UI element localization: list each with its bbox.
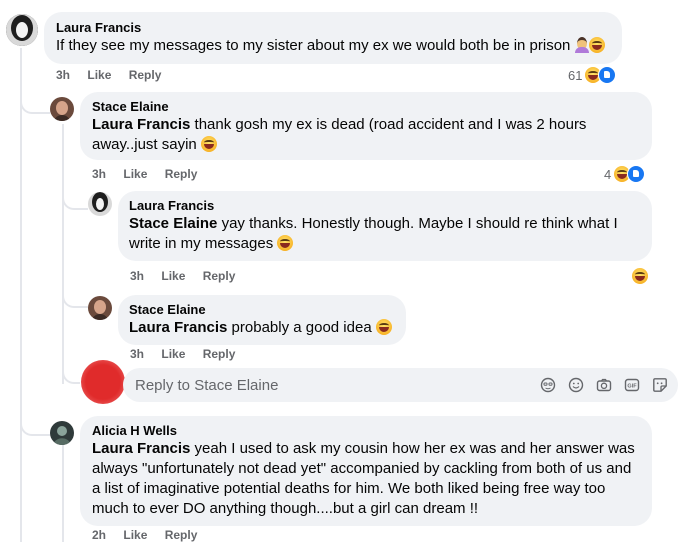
comment-bubble: Laura Francis Stace Elaine yay thanks. H… xyxy=(118,191,652,261)
gif-icon[interactable]: GIF xyxy=(624,377,640,393)
comment-actions: 3h Like Reply xyxy=(56,67,175,83)
reaction-summary[interactable]: 4 xyxy=(604,165,646,183)
comment-timestamp[interactable]: 3h xyxy=(130,269,144,283)
reply-button[interactable]: Reply xyxy=(129,68,162,82)
current-user-avatar[interactable] xyxy=(81,360,125,404)
laughing-emoji-icon xyxy=(200,136,217,152)
avatar[interactable] xyxy=(88,192,112,216)
svg-text:GIF: GIF xyxy=(627,384,637,390)
laughing-emoji-icon xyxy=(277,235,294,251)
profile-photo-icon xyxy=(88,296,112,320)
comment-timestamp[interactable]: 3h xyxy=(130,347,144,361)
reaction-summary[interactable] xyxy=(632,267,648,285)
reply-button[interactable]: Reply xyxy=(165,167,198,181)
facepalm-emoji-icon xyxy=(574,37,589,53)
comment-timestamp[interactable]: 2h xyxy=(92,528,106,542)
comment-actions: 2h Like Reply xyxy=(92,527,211,543)
comment-text: Laura Francis yeah I used to ask my cous… xyxy=(92,440,635,517)
thread-line-nested xyxy=(62,124,64,384)
laughing-emoji-icon xyxy=(375,319,392,335)
comment-author[interactable]: Laura Francis xyxy=(129,198,640,214)
mention-link[interactable]: Laura Francis xyxy=(129,319,227,336)
sticker-icon[interactable] xyxy=(652,377,668,393)
haha-icon xyxy=(632,268,648,284)
profile-photo-icon xyxy=(50,97,74,121)
comment-bubble: Stace Elaine Laura Francis thank gosh my… xyxy=(80,92,652,160)
reaction-count: 61 xyxy=(568,67,583,83)
comment-author[interactable]: Stace Elaine xyxy=(92,99,640,115)
comment-bubble: Alicia H Wells Laura Francis yeah I used… xyxy=(80,416,652,526)
thread-connector xyxy=(20,92,50,114)
comment-bubble: Laura Francis If they see my messages to… xyxy=(44,12,622,64)
camera-icon[interactable] xyxy=(596,377,612,393)
like-button[interactable]: Like xyxy=(123,528,147,542)
comment-text: Laura Francis probably a good idea xyxy=(129,319,392,336)
thread-connector xyxy=(62,192,88,210)
reaction-count: 4 xyxy=(604,166,612,182)
comment-actions: 3h Like Reply xyxy=(130,346,249,362)
avatar[interactable] xyxy=(50,421,74,445)
reply-button[interactable]: Reply xyxy=(203,347,236,361)
comment-bubble: Stace Elaine Laura Francis probably a go… xyxy=(118,295,406,345)
reaction-summary[interactable]: 61 xyxy=(568,66,617,84)
profile-photo-icon xyxy=(88,192,112,216)
thread-connector xyxy=(20,418,50,436)
comment-author[interactable]: Alicia H Wells xyxy=(92,423,640,439)
avatar-sticker-icon[interactable] xyxy=(540,377,556,393)
mention-link[interactable]: Stace Elaine xyxy=(129,215,217,232)
thread-line-main xyxy=(20,48,22,542)
thread-line-nested xyxy=(62,444,64,542)
mention-link[interactable]: Laura Francis xyxy=(92,116,190,133)
reply-input[interactable] xyxy=(133,375,517,395)
comment-author[interactable]: Laura Francis xyxy=(56,20,610,36)
like-icon xyxy=(598,66,617,84)
avatar[interactable] xyxy=(88,296,112,320)
reply-box: GIF xyxy=(123,368,678,402)
comment-actions: 3h Like Reply xyxy=(130,268,249,284)
avatar[interactable] xyxy=(50,97,74,121)
comment-timestamp[interactable]: 3h xyxy=(92,167,106,181)
profile-photo-icon xyxy=(6,14,38,46)
like-button[interactable]: Like xyxy=(123,167,147,181)
like-icon xyxy=(627,165,646,183)
avatar[interactable] xyxy=(6,14,38,46)
reply-button[interactable]: Reply xyxy=(165,528,198,542)
reply-button[interactable]: Reply xyxy=(203,269,236,283)
mention-link[interactable]: Laura Francis xyxy=(92,440,190,457)
comment-timestamp[interactable]: 3h xyxy=(56,68,70,82)
laughing-emoji-icon xyxy=(588,37,605,53)
like-button[interactable]: Like xyxy=(161,347,185,361)
like-button[interactable]: Like xyxy=(161,269,185,283)
comment-text: If they see my messages to my sister abo… xyxy=(56,37,605,54)
comment-author[interactable]: Stace Elaine xyxy=(129,302,394,318)
like-button[interactable]: Like xyxy=(87,68,111,82)
thread-connector xyxy=(62,366,80,384)
comment-actions: 3h Like Reply xyxy=(92,166,211,182)
profile-photo-icon xyxy=(50,421,74,445)
comment-text: Stace Elaine yay thanks. Honestly though… xyxy=(129,215,618,252)
emoji-icon[interactable] xyxy=(568,377,584,393)
comment-text: Laura Francis thank gosh my ex is dead (… xyxy=(92,116,587,153)
thread-connector xyxy=(62,290,88,308)
